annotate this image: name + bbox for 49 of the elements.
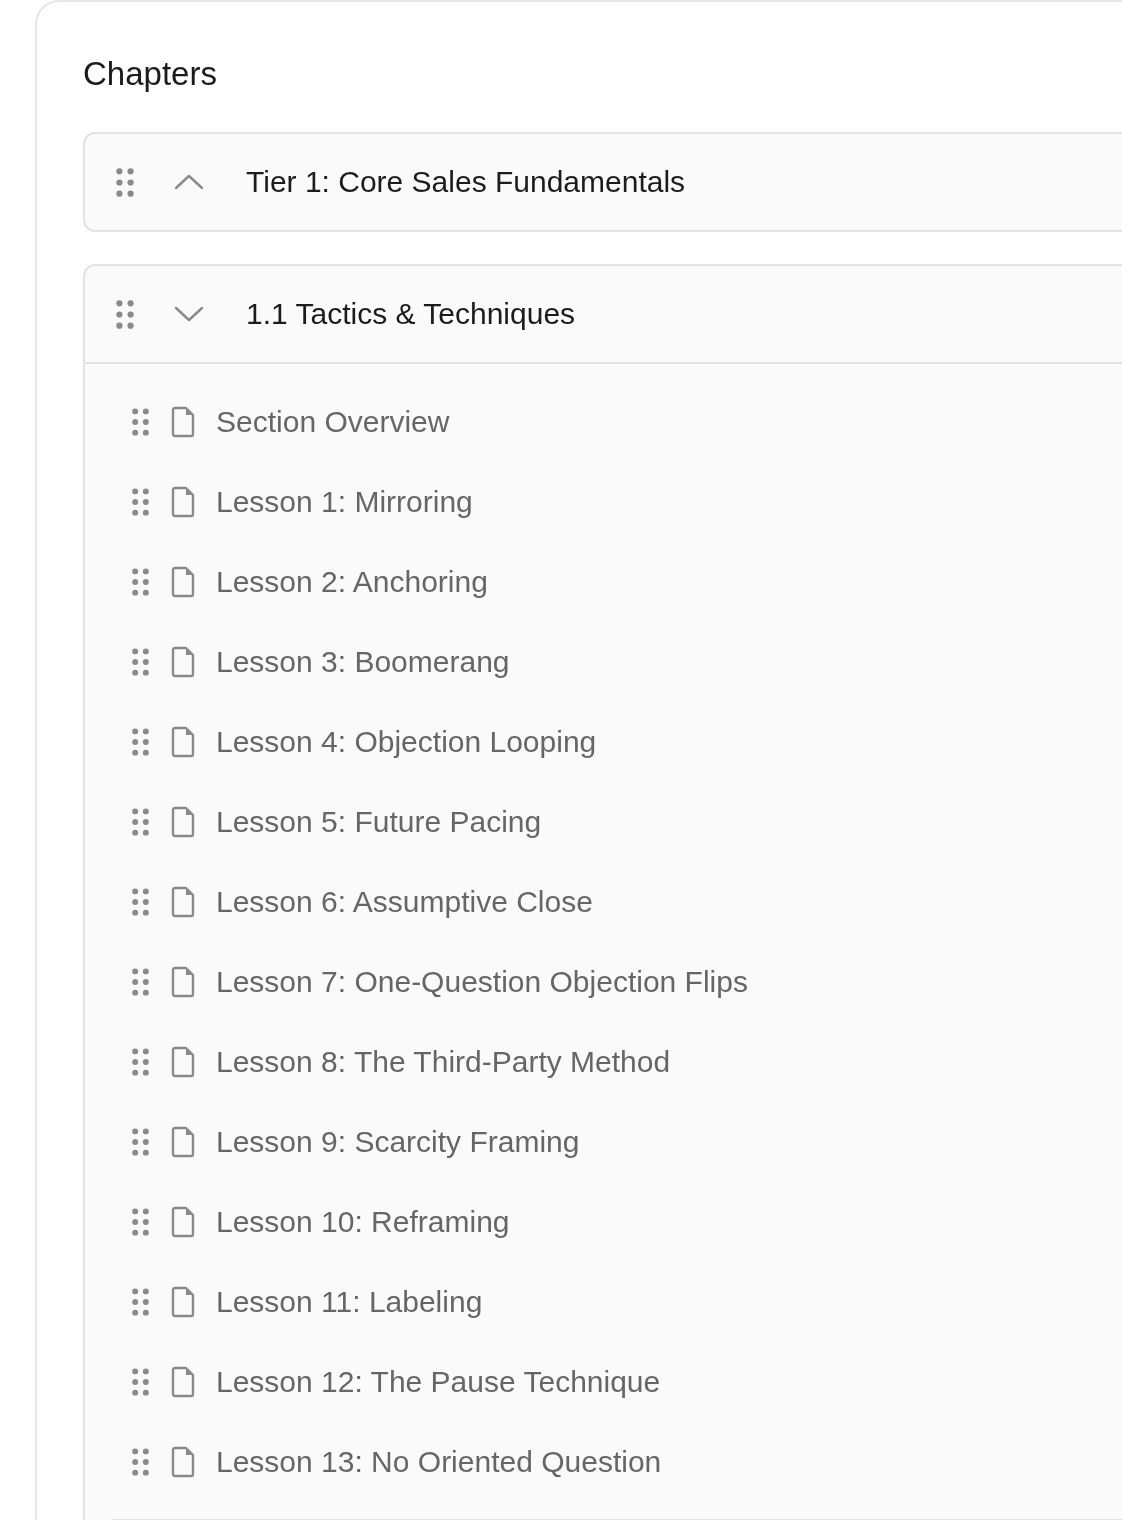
drag-handle-icon[interactable] (132, 568, 149, 596)
document-icon (170, 1446, 196, 1478)
panel-title: Chapters (83, 54, 218, 94)
drag-handle-icon[interactable] (132, 1448, 149, 1476)
drag-handle-icon[interactable] (132, 1208, 149, 1236)
drag-handle-icon[interactable] (132, 408, 149, 436)
chapter-title[interactable]: Tier 1: Core Sales Fundamentals (246, 165, 686, 199)
document-icon (170, 886, 196, 918)
lesson-title[interactable]: Lesson 10: Reframing (216, 1205, 510, 1239)
drag-handle-icon[interactable] (132, 1368, 149, 1396)
lesson-title[interactable]: Lesson 6: Assumptive Close (216, 885, 593, 919)
lesson-title[interactable]: Lesson 11: Labeling (216, 1285, 483, 1319)
lesson-title[interactable]: Lesson 7: One-Question Objection Flips (216, 965, 748, 999)
document-icon (170, 566, 196, 598)
document-icon (170, 646, 196, 678)
document-icon (170, 966, 196, 998)
lesson-title[interactable]: Lesson 3: Boomerang (216, 645, 510, 679)
chevron-down-icon[interactable] (174, 305, 204, 323)
chapter-title[interactable]: 1.1 Tactics & Techniques (246, 297, 576, 331)
document-icon (170, 726, 196, 758)
document-icon (170, 406, 196, 438)
lesson-title[interactable]: Lesson 13: No Oriented Question (216, 1445, 662, 1479)
document-icon (170, 1366, 196, 1398)
lesson-title[interactable]: Lesson 1: Mirroring (216, 485, 473, 519)
document-icon (170, 1126, 196, 1158)
drag-handle-icon[interactable] (132, 728, 149, 756)
drag-handle-icon[interactable] (132, 888, 149, 916)
lesson-title[interactable]: Lesson 2: Anchoring (216, 565, 488, 599)
drag-handle-icon[interactable] (132, 488, 149, 516)
drag-handle-icon[interactable] (116, 299, 134, 329)
drag-handle-icon[interactable] (132, 1288, 149, 1316)
lesson-title[interactable]: Lesson 8: The Third-Party Method (216, 1045, 671, 1079)
chevron-up-icon[interactable] (174, 173, 204, 191)
lesson-title[interactable]: Lesson 9: Scarcity Framing (216, 1125, 580, 1159)
lesson-title[interactable]: Lesson 12: The Pause Technique (216, 1365, 661, 1399)
drag-handle-icon[interactable] (116, 167, 134, 197)
document-icon (170, 806, 196, 838)
lesson-title[interactable]: Lesson 4: Objection Looping (216, 725, 597, 759)
lesson-title[interactable]: Section Overview (216, 405, 450, 439)
drag-handle-icon[interactable] (132, 648, 149, 676)
drag-handle-icon[interactable] (132, 968, 149, 996)
drag-handle-icon[interactable] (132, 1048, 149, 1076)
document-icon (170, 1206, 196, 1238)
document-icon (170, 486, 196, 518)
drag-handle-icon[interactable] (132, 808, 149, 836)
lesson-title[interactable]: Lesson 5: Future Pacing (216, 805, 542, 839)
document-icon (170, 1046, 196, 1078)
document-icon (170, 1286, 196, 1318)
drag-handle-icon[interactable] (132, 1128, 149, 1156)
